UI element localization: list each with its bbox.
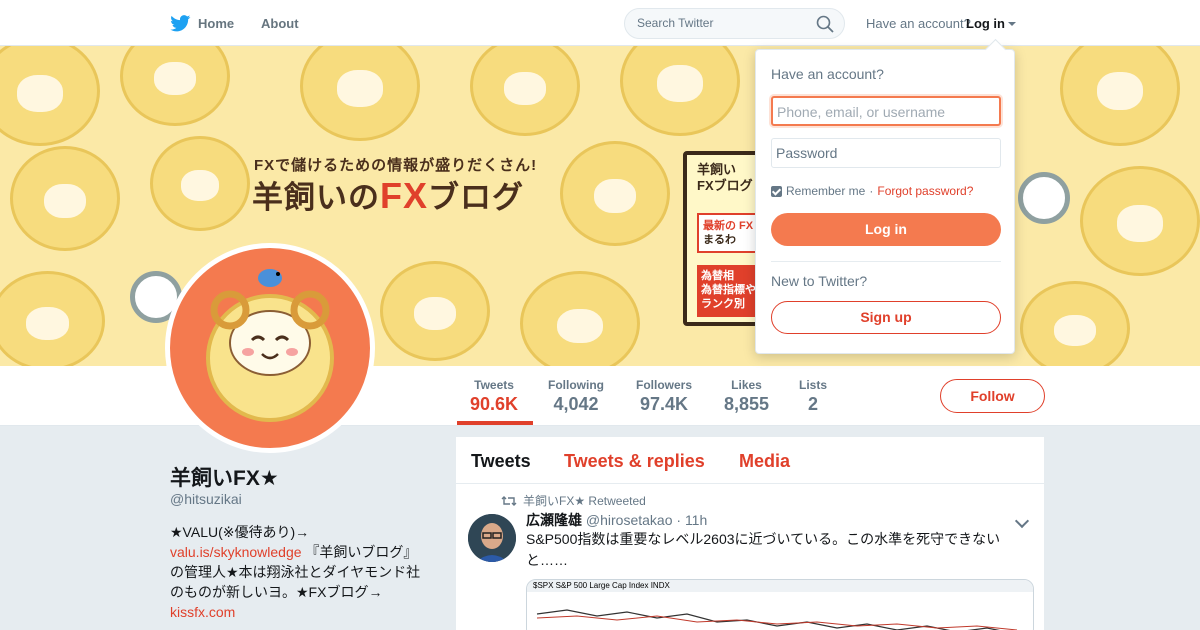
search-placeholder: Search Twitter xyxy=(637,16,714,30)
search-icon[interactable] xyxy=(816,15,834,33)
remember-row: Remember me · Forgot password? xyxy=(771,184,973,198)
home-link[interactable]: Home xyxy=(170,12,234,34)
username-field[interactable]: Phone, email, or username xyxy=(771,96,1001,126)
sheep-illustration xyxy=(520,271,640,366)
board-line2: FXブログ xyxy=(697,178,753,193)
password-field[interactable]: Password xyxy=(771,138,1001,168)
bio-link-kissfx[interactable]: kissfx.com xyxy=(170,604,235,620)
sheep-illustration xyxy=(0,46,100,146)
stat-tweets[interactable]: Tweets 90.6K xyxy=(470,378,518,415)
sheep-illustration xyxy=(1060,46,1180,146)
stat-label: Tweets xyxy=(474,378,514,392)
stat-value: 97.4K xyxy=(639,394,689,414)
banner-title-pre: 羊飼いの xyxy=(252,180,380,215)
login-label: Log in xyxy=(966,16,1005,31)
search-input[interactable]: Search Twitter xyxy=(624,8,845,39)
author-photo xyxy=(468,514,516,562)
follow-button[interactable]: Follow xyxy=(940,379,1045,413)
sheep-illustration xyxy=(380,261,490,361)
profile-avatar[interactable] xyxy=(165,243,375,453)
banner-title: 羊飼いのFXブログ xyxy=(252,172,524,217)
account-question: Have an account? xyxy=(866,16,971,31)
tweet-media-chart[interactable]: $SPX S&P 500 Large Cap Index INDX xyxy=(526,579,1034,630)
sheep-illustration xyxy=(150,136,250,231)
tweet-author-handle[interactable]: @hirosetakao xyxy=(586,512,673,528)
about-link[interactable]: About xyxy=(261,16,299,31)
sheep-illustration xyxy=(0,271,105,366)
stat-value: 4,042 xyxy=(553,394,599,414)
magnifier-illustration xyxy=(1018,172,1070,224)
stat-label: Following xyxy=(548,378,604,392)
top-nav: Home About Search Twitter Have an accoun… xyxy=(0,0,1200,46)
new-to-twitter: New to Twitter? xyxy=(771,273,868,289)
tab-tweets-replies[interactable]: Tweets & replies xyxy=(564,451,705,472)
board-box1-b: まるわ xyxy=(703,234,736,246)
stat-label: Followers xyxy=(636,378,693,392)
tweet-time[interactable]: 11h xyxy=(685,512,707,528)
sheep-illustration xyxy=(620,46,740,136)
sheep-avatar-illustration xyxy=(206,269,334,422)
bio-text: ★VALU(※優待あり)→ xyxy=(170,524,310,540)
stat-followers[interactable]: Followers 97.4K xyxy=(636,378,692,415)
tweet-header: 広瀬隆雄 @hirosetakao · 11h xyxy=(526,512,708,528)
remember-checkbox[interactable] xyxy=(771,185,782,197)
separator: · xyxy=(869,184,874,198)
stat-label: Lists xyxy=(799,378,828,392)
forgot-password-link[interactable]: Forgot password? xyxy=(877,184,973,198)
stat-label: Likes xyxy=(731,378,762,392)
stat-value: 2 xyxy=(808,394,819,414)
sheep-illustration xyxy=(470,46,580,136)
sheep-illustration xyxy=(120,46,230,126)
login-dropdown-toggle[interactable]: Log in xyxy=(966,16,1016,31)
stat-value: 8,855 xyxy=(724,394,770,414)
profile-handle: @hitsuzikai xyxy=(170,491,242,507)
stat-lists[interactable]: Lists 2 xyxy=(799,378,827,415)
profile-name: 羊飼いFX★ xyxy=(170,467,279,490)
timeline: Tweets Tweets & replies Media 羊飼いFX★ Ret… xyxy=(456,437,1044,630)
active-stat-underline xyxy=(457,421,533,425)
banner-title-fx: FX xyxy=(380,175,429,216)
sheep-illustration xyxy=(560,141,670,246)
retweet-note: 羊飼いFX★ Retweeted xyxy=(523,494,646,508)
media-caption: $SPX S&P 500 Large Cap Index INDX xyxy=(527,580,1033,592)
bio-link-valu[interactable]: valu.is/skyknowledge xyxy=(170,544,302,560)
stat-following[interactable]: Following 4,042 xyxy=(548,378,604,415)
login-question: Have an account? xyxy=(771,66,884,82)
tab-tweets[interactable]: Tweets xyxy=(471,451,531,472)
timeline-tabs: Tweets Tweets & replies Media xyxy=(456,437,1044,484)
tweet-author-avatar[interactable] xyxy=(468,514,516,562)
caret-down-icon xyxy=(1008,21,1016,26)
signup-button[interactable]: Sign up xyxy=(771,301,1001,334)
divider xyxy=(771,261,1001,262)
tweet-text: S&P500指数は重要なレベル2603に近づいている。この水準を死守できないと…… xyxy=(526,531,1001,568)
profile-bio: ★VALU(※優待あり)→ valu.is/skyknowledge 『羊飼いブ… xyxy=(170,522,430,622)
remember-label[interactable]: Remember me xyxy=(786,184,865,198)
stat-likes[interactable]: Likes 8,855 xyxy=(724,378,769,415)
stock-chart-thumbnail xyxy=(536,609,1018,630)
retweet-icon xyxy=(501,495,517,506)
sheep-illustration xyxy=(10,146,120,251)
sheep-illustration xyxy=(1080,166,1200,276)
home-label: Home xyxy=(198,15,235,31)
sheep-illustration xyxy=(300,46,420,141)
twitter-bird-icon xyxy=(170,14,191,31)
retweet-context: 羊飼いFX★ Retweeted xyxy=(501,492,646,509)
login-dropdown: Have an account? Phone, email, or userna… xyxy=(755,49,1015,354)
tweet-menu-caret-icon[interactable] xyxy=(1014,513,1030,529)
tweet-author-name[interactable]: 広瀬隆雄 xyxy=(526,512,582,528)
tab-media[interactable]: Media xyxy=(739,451,790,472)
banner-title-post: ブログ xyxy=(428,180,525,215)
stat-value: 90.6K xyxy=(470,394,519,414)
login-button[interactable]: Log in xyxy=(771,213,1001,246)
sheep-illustration xyxy=(1020,281,1130,366)
